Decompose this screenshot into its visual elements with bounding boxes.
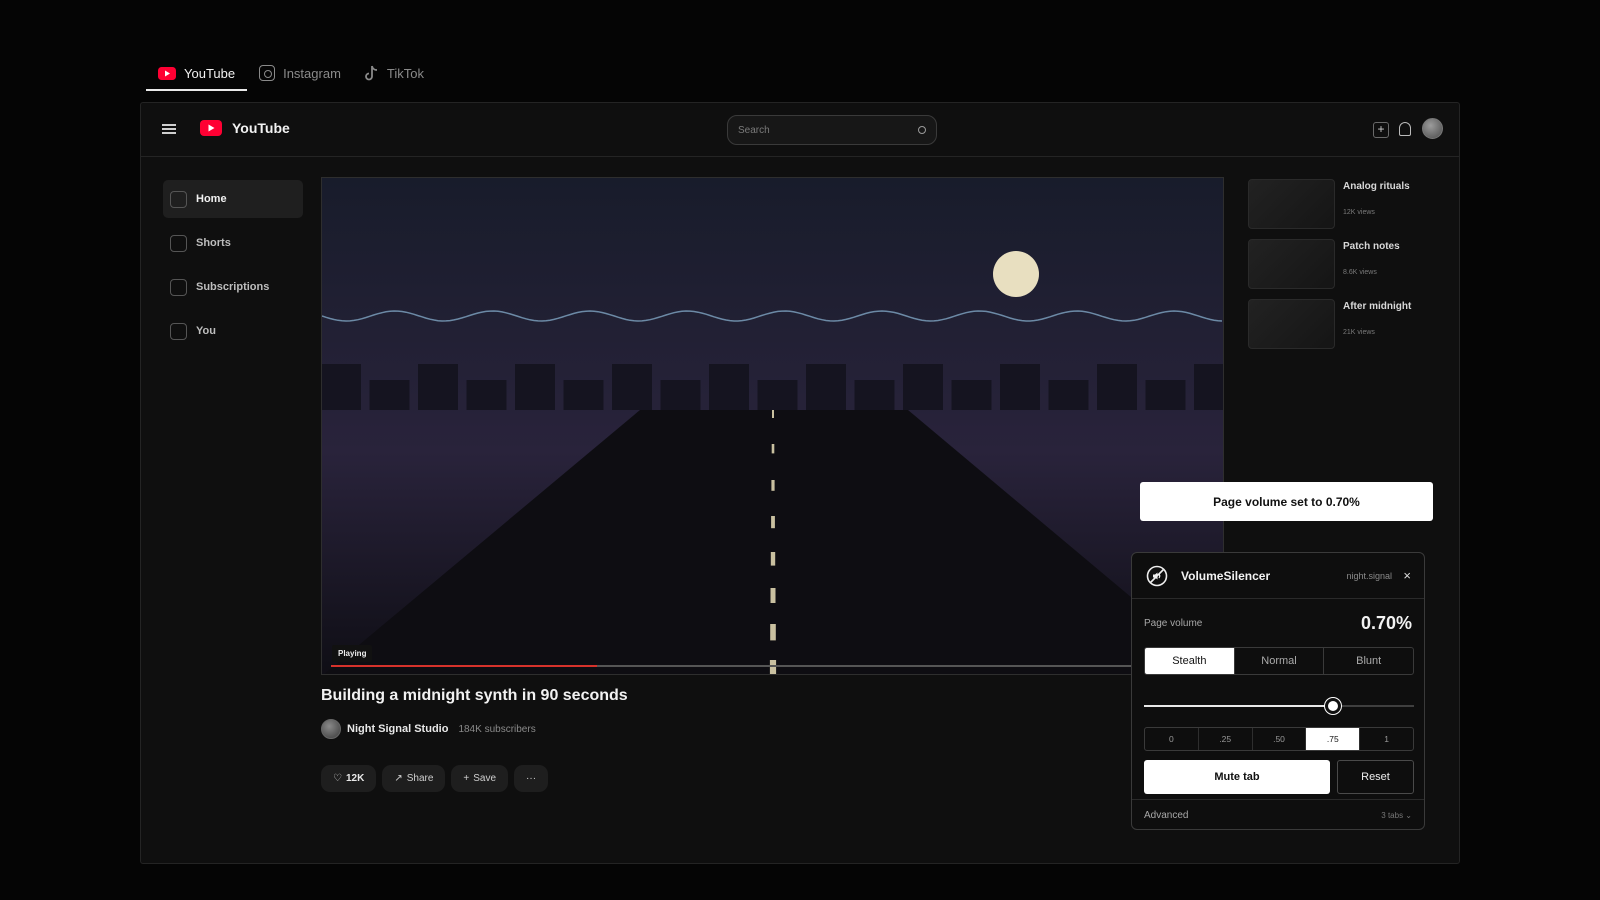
- volume-value: 0.70%: [1360, 613, 1412, 633]
- home-icon: [170, 190, 187, 208]
- sidebar-item-you[interactable]: You: [163, 312, 303, 350]
- you-icon: [170, 322, 187, 340]
- advanced-label: Advanced: [1144, 810, 1189, 821]
- mode-stealth[interactable]: Stealth: [1145, 648, 1235, 674]
- search-input[interactable]: [738, 124, 918, 136]
- volume-slider[interactable]: [1144, 697, 1414, 715]
- preset-selector: 0 .25 .50 .75 1: [1144, 727, 1414, 751]
- preset-0[interactable]: 0: [1145, 728, 1199, 750]
- muted-speaker-logo-icon: [1146, 565, 1168, 586]
- related-title[interactable]: Analog rituals: [1343, 181, 1410, 192]
- tab-youtube-label: YouTube: [184, 65, 236, 81]
- subscriptions-icon: [170, 278, 187, 296]
- mode-selector: Stealth Normal Blunt: [1144, 647, 1414, 675]
- extension-header: VolumeSilencer night.signal ×: [1132, 553, 1424, 599]
- preset-1[interactable]: 1: [1360, 728, 1413, 750]
- video-frame-scene: [322, 178, 1223, 674]
- volume-row: Page volume 0.70%: [1144, 613, 1412, 634]
- close-icon[interactable]: ×: [1403, 568, 1411, 583]
- progress-fill: [331, 665, 597, 667]
- save-button[interactable]: + Save: [451, 765, 509, 792]
- mute-tab-button[interactable]: Mute tab: [1144, 760, 1330, 794]
- sidebar-item-label: Shorts: [196, 237, 231, 249]
- video-title: Building a midnight synth in 90 seconds: [321, 687, 628, 704]
- brand-name[interactable]: YouTube: [232, 120, 290, 136]
- tiktok-icon: [365, 65, 377, 81]
- volume-label: Page volume: [1144, 618, 1203, 629]
- share-label: Share: [406, 773, 434, 784]
- sidebar-item-label: Home: [196, 193, 227, 205]
- heart-icon: ♡: [333, 773, 342, 784]
- share-icon: ↗: [394, 773, 403, 784]
- instagram-icon: [259, 65, 276, 81]
- sidebar-item-home[interactable]: Home: [163, 180, 303, 218]
- related-title[interactable]: After midnight: [1343, 301, 1411, 312]
- volume-toast: Page volume set to 0.70%: [1140, 482, 1433, 521]
- preset-50[interactable]: .50: [1253, 728, 1307, 750]
- related-views: 21K views: [1343, 329, 1375, 336]
- plus-icon: +: [463, 773, 470, 784]
- like-button[interactable]: ♡ 12K: [321, 765, 377, 792]
- channel-name[interactable]: Night Signal Studio: [347, 723, 448, 735]
- tab-tiktok[interactable]: TikTok: [353, 56, 436, 90]
- tab-instagram-label: Instagram: [283, 65, 341, 81]
- preset-25[interactable]: .25: [1199, 728, 1253, 750]
- tab-youtube[interactable]: YouTube: [146, 56, 248, 91]
- advanced-row[interactable]: Advanced 3 tabs ⌄: [1132, 799, 1424, 829]
- tabs-count: 3 tabs ⌄: [1381, 811, 1412, 820]
- related-item[interactable]: After midnight 21K views: [1248, 299, 1411, 357]
- playing-badge: Playing: [332, 645, 373, 662]
- related-videos: Analog rituals 12K views Patch notes 8.6…: [1248, 179, 1411, 359]
- shorts-icon: [170, 234, 187, 252]
- sidebar: Home Shorts Subscriptions You: [163, 180, 303, 356]
- channel-row: Night Signal Studio 184K subscribers: [321, 719, 536, 739]
- share-button[interactable]: ↗ Share: [382, 765, 446, 792]
- bell-icon[interactable]: [1399, 122, 1411, 136]
- video-player[interactable]: Playing: [321, 177, 1224, 675]
- slider-thumb[interactable]: [1325, 698, 1341, 714]
- avatar[interactable]: [1422, 118, 1443, 139]
- reset-button[interactable]: Reset: [1337, 760, 1414, 794]
- top-bar: YouTube +: [141, 103, 1459, 157]
- search-bar[interactable]: [727, 115, 937, 145]
- create-plus-icon[interactable]: +: [1373, 122, 1389, 138]
- save-label: Save: [473, 773, 497, 784]
- volume-silencer-panel: VolumeSilencer night.signal × Page volum…: [1131, 552, 1425, 830]
- search-icon[interactable]: [918, 126, 926, 134]
- related-thumbnail[interactable]: [1248, 239, 1335, 289]
- more-icon: ···: [526, 773, 537, 784]
- menu-icon[interactable]: [162, 124, 176, 134]
- preset-75[interactable]: .75: [1306, 728, 1361, 750]
- tab-instagram[interactable]: Instagram: [247, 56, 353, 90]
- more-button[interactable]: ···: [514, 765, 549, 792]
- related-thumbnail[interactable]: [1248, 299, 1335, 349]
- platform-tabs: YouTube Instagram TikTok: [146, 56, 436, 91]
- related-thumbnail[interactable]: [1248, 179, 1335, 229]
- account-name: night.signal: [1346, 570, 1392, 581]
- related-views: 8.6K views: [1343, 269, 1377, 276]
- related-item[interactable]: Patch notes 8.6K views: [1248, 239, 1411, 297]
- related-views: 12K views: [1343, 209, 1375, 216]
- progress-bar[interactable]: [331, 665, 1216, 667]
- tab-tiktok-label: TikTok: [386, 65, 424, 81]
- slider-fill: [1144, 705, 1333, 707]
- like-count: 12K: [345, 773, 365, 784]
- channel-avatar[interactable]: [321, 719, 341, 739]
- sidebar-item-shorts[interactable]: Shorts: [163, 224, 303, 262]
- mode-normal[interactable]: Normal: [1235, 648, 1325, 674]
- related-item[interactable]: Analog rituals 12K views: [1248, 179, 1411, 237]
- extension-name: VolumeSilencer: [1181, 568, 1271, 583]
- video-actions: ♡ 12K ↗ Share + Save ···: [321, 765, 549, 792]
- sidebar-item-label: You: [196, 325, 216, 337]
- related-title[interactable]: Patch notes: [1343, 241, 1400, 252]
- youtube-logo-icon[interactable]: [200, 120, 222, 136]
- sidebar-item-label: Subscriptions: [196, 281, 270, 293]
- subscriber-count: 184K subscribers: [458, 723, 536, 735]
- sidebar-item-subscriptions[interactable]: Subscriptions: [163, 268, 303, 306]
- mode-blunt[interactable]: Blunt: [1324, 648, 1413, 674]
- youtube-icon: [158, 66, 176, 80]
